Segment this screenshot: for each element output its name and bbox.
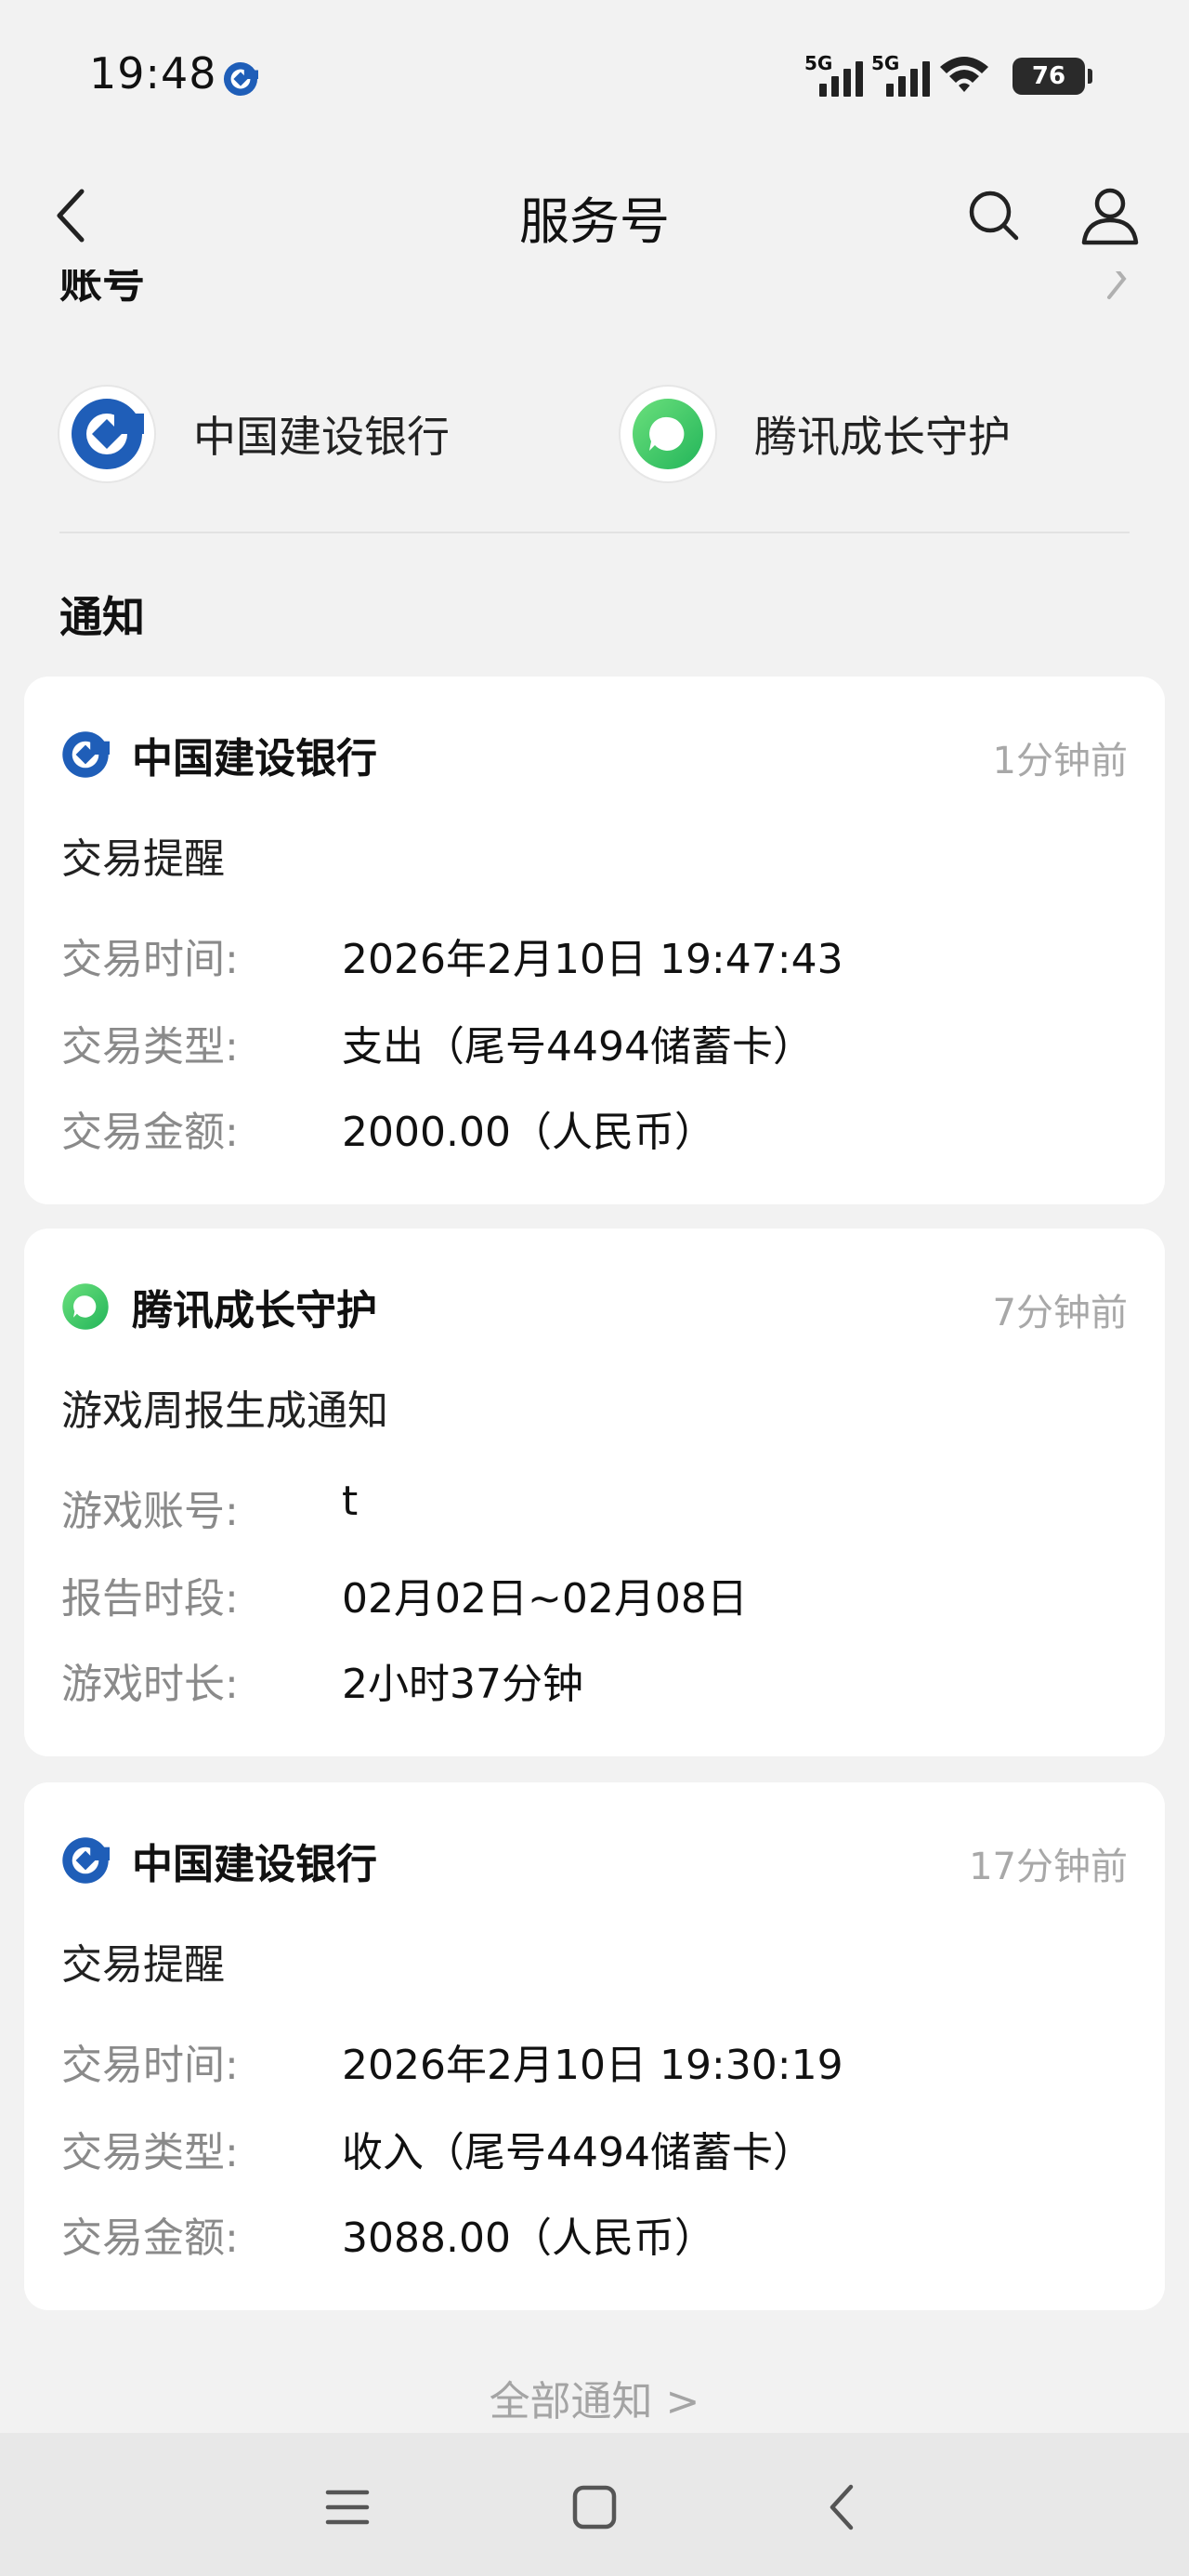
detail-label: 交易时间: [61, 936, 239, 983]
detail-value: 2000.00（人民币） [342, 1109, 715, 1156]
detail-value: 收入（尾号4494储蓄卡） [342, 2129, 814, 2176]
status-time: 19:48 [89, 48, 217, 99]
card-subject: 交易提醒 [61, 1941, 225, 1989]
tencent-growth-logo-icon [621, 387, 715, 481]
card-timestamp: 7分钟前 [992, 1292, 1128, 1334]
tencent-growth-logo-icon [62, 1283, 109, 1330]
card-timestamp: 1分钟前 [992, 740, 1128, 782]
section-divider [59, 532, 1130, 533]
battery-indicator: 76 [1013, 58, 1092, 95]
detail-value: 2026年2月10日 19:47:43 [342, 936, 843, 983]
card-subject: 交易提醒 [61, 835, 225, 883]
detail-label: 交易类型: [61, 1023, 239, 1071]
detail-value: 02月02日~02月08日 [342, 1575, 748, 1623]
search-icon [969, 191, 1019, 241]
all-notifications-link[interactable]: 全部通知 > [0, 2368, 1189, 2427]
account-name: 腾讯成长守护 [754, 412, 1011, 462]
search-button[interactable] [957, 178, 1031, 253]
detail-label: 交易金额: [61, 1109, 239, 1156]
notification-card[interactable]: 中国建设银行 17分钟前 交易提醒 交易时间: 2026年2月10日 19:30… [24, 1782, 1165, 2310]
card-sender: 腾讯成长守护 [132, 1287, 377, 1334]
detail-value: 2小时37分钟 [342, 1661, 583, 1708]
detail-label: 报告时段: [61, 1575, 239, 1623]
system-back-button[interactable] [804, 2470, 879, 2544]
notification-card[interactable]: 腾讯成长守护 7分钟前 游戏周报生成通知 游戏账号: t 报告时段: 02月02… [24, 1229, 1165, 1756]
system-navigation-bar [0, 2433, 1189, 2576]
chevron-left-icon [830, 2484, 854, 2530]
cell-signal-icon: 5G [871, 52, 930, 97]
detail-label: 游戏账号: [61, 1488, 239, 1535]
wifi-icon [940, 57, 988, 92]
accounts-row: 中国建设银行 腾讯成长守护 [59, 383, 1130, 485]
status-bar: 19:48 5G 5G 76 [0, 0, 1189, 158]
card-sender: 中国建设银行 [132, 735, 377, 782]
card-sender: 中国建设银行 [132, 1841, 377, 1888]
notification-card[interactable]: 中国建设银行 1分钟前 交易提醒 交易时间: 2026年2月10日 19:47:… [24, 677, 1165, 1204]
home-button[interactable] [557, 2470, 632, 2544]
detail-value: 2026年2月10日 19:30:19 [342, 2042, 843, 2089]
ccb-logo-icon [62, 731, 110, 778]
ccb-logo-icon [59, 387, 154, 481]
user-icon [1081, 188, 1139, 245]
account-item[interactable]: 腾讯成长守护 [621, 383, 1011, 485]
accounts-section-header: 账号 [59, 269, 145, 308]
top-nav-bar: 服务号 [0, 158, 1189, 269]
ccb-logo-icon [62, 1837, 110, 1884]
detail-label: 游戏时长: [61, 1661, 239, 1708]
chevron-right-icon[interactable] [1102, 271, 1130, 309]
detail-value: 支出（尾号4494储蓄卡） [342, 1023, 814, 1071]
account-name: 中国建设银行 [193, 412, 450, 462]
card-subject: 游戏周报生成通知 [61, 1387, 388, 1435]
ccb-notification-icon [223, 61, 258, 97]
home-square-icon [572, 2485, 617, 2530]
cell-signal-icon: 5G [804, 52, 863, 97]
profile-button[interactable] [1073, 178, 1147, 253]
card-header: 腾讯成长守护 [61, 1277, 377, 1336]
detail-label: 交易类型: [61, 2129, 239, 2176]
menu-button[interactable] [310, 2470, 385, 2544]
card-timestamp: 17分钟前 [969, 1846, 1128, 1888]
detail-value: t [342, 1478, 359, 1525]
account-item[interactable]: 中国建设银行 [59, 383, 450, 485]
card-header: 中国建设银行 [61, 1831, 377, 1890]
detail-label: 交易时间: [61, 2042, 239, 2089]
menu-icon [325, 2490, 370, 2525]
notifications-heading: 通知 [59, 592, 145, 642]
card-header: 中国建设银行 [61, 725, 377, 784]
detail-value: 3088.00（人民币） [342, 2215, 715, 2262]
detail-label: 交易金额: [61, 2215, 239, 2262]
